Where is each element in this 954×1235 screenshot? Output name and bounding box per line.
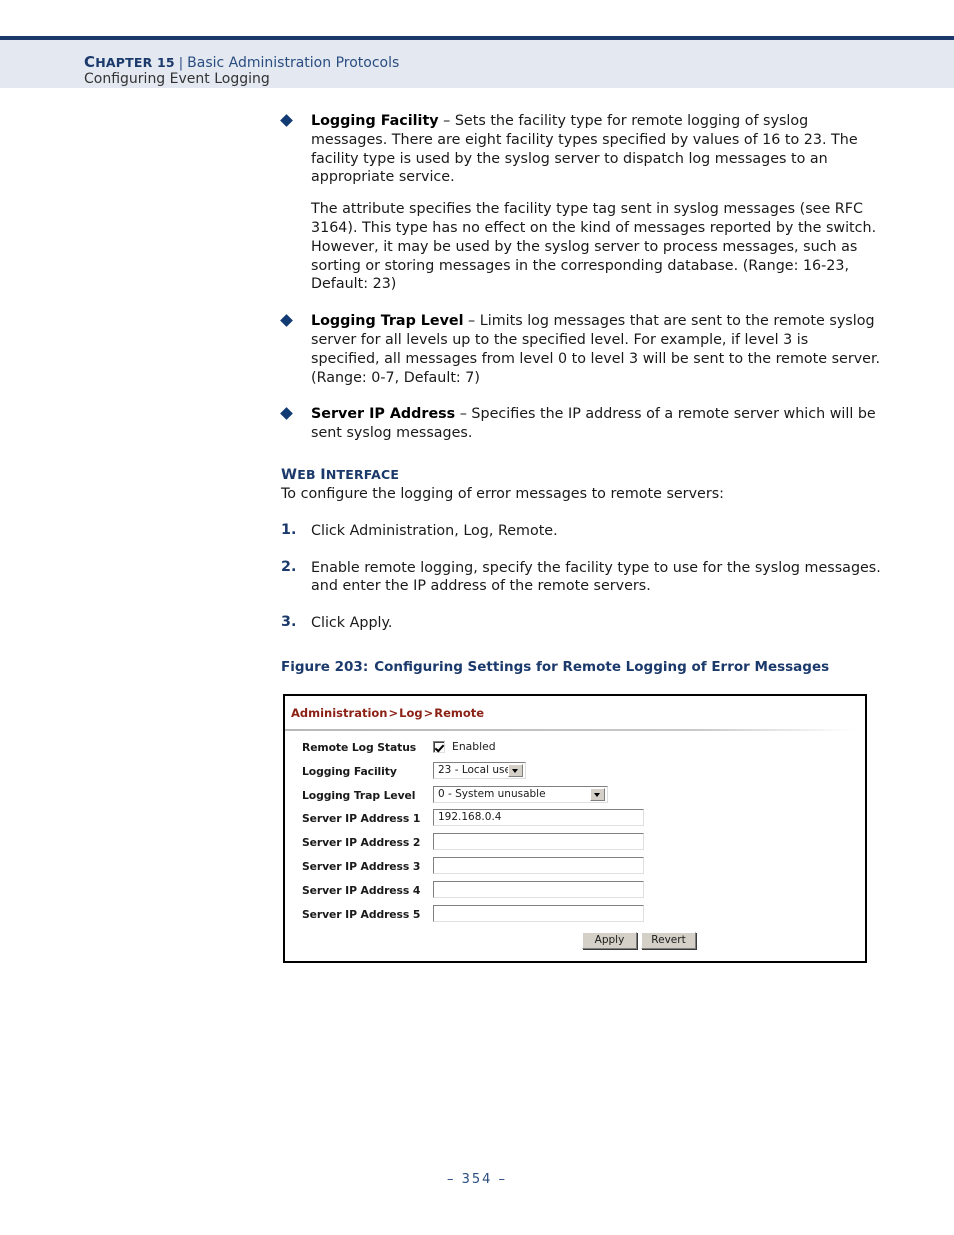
form-row-server-ip-2: Server IP Address 2 — [285, 833, 865, 857]
breadcrumb-remote: Remote — [434, 706, 485, 720]
list-item: Logging Trap Level – Limits log messages… — [280, 312, 881, 387]
page-content: Logging Facility – Sets the facility typ… — [280, 112, 881, 675]
server-ip-address-2-input[interactable] — [433, 833, 644, 851]
diamond-bullet-icon — [280, 114, 293, 127]
step-text: Click Apply. — [311, 615, 393, 632]
bullet-paragraph: Server IP Address – Specifies the IP add… — [311, 405, 881, 443]
server-ip-address-1-input[interactable]: 192.168.0.4 — [433, 809, 644, 827]
step-text: Enable remote logging, specify the facil… — [311, 559, 881, 595]
wi-initial-w: W — [281, 466, 298, 483]
step-text: Click Administration, Log, Remote. — [311, 522, 558, 539]
web-interface-heading: WEB INTERFACE — [281, 467, 881, 483]
server-ip-address-5-input[interactable] — [433, 904, 644, 922]
list-item: Server IP Address – Specifies the IP add… — [280, 405, 881, 443]
field-server-ip-5 — [433, 904, 644, 922]
breadcrumb-administration[interactable]: Administration — [291, 706, 388, 720]
header-chapter-title: Basic Administration Protocols — [187, 55, 400, 71]
server-ip-address-4-input[interactable] — [433, 880, 644, 898]
step-number: 2. — [281, 558, 297, 575]
label-server-ip-address-3: Server IP Address 3 — [302, 859, 421, 873]
breadcrumb-separator: > — [388, 706, 399, 720]
form-row-remote-log-status: Remote Log Status Enabled — [285, 738, 865, 762]
figure-caption: Figure 203: Configuring Settings for Remo… — [281, 659, 881, 675]
figure-caption-number: Figure 203: — [281, 658, 369, 675]
label-server-ip-address-2: Server IP Address 2 — [302, 836, 421, 850]
list-item: Logging Facility – Sets the facility typ… — [280, 112, 881, 294]
web-interface-intro: To configure the logging of error messag… — [281, 485, 724, 502]
checkbox-icon[interactable] — [433, 740, 445, 753]
header-section-title: Configuring Event Logging — [84, 71, 270, 87]
chevron-down-icon[interactable] — [508, 763, 523, 777]
form-row-server-ip-3: Server IP Address 3 — [285, 856, 865, 881]
field-logging-trap-level: 0 - System unusable — [433, 785, 608, 803]
field-server-ip-2 — [433, 833, 644, 851]
bullet-term: Logging Trap Level — [311, 313, 464, 330]
figure-screenshot: Administration>Log>Remote Remote Log Sta… — [283, 694, 867, 963]
logging-trap-level-select[interactable]: 0 - System unusable — [433, 785, 608, 803]
remote-log-form: Remote Log Status Enabled Logging Facili… — [285, 738, 865, 928]
checkbox-label-enabled: Enabled — [452, 740, 496, 753]
form-row-server-ip-4: Server IP Address 4 — [285, 880, 865, 905]
form-row-server-ip-1: Server IP Address 1 192.168.0.4 — [285, 809, 865, 833]
label-logging-trap-level: Logging Trap Level — [302, 788, 416, 802]
field-server-ip-3 — [433, 856, 644, 874]
wi-rest-nterface: NTERFACE — [325, 466, 400, 482]
breadcrumb-log[interactable]: Log — [399, 706, 422, 720]
header-chapter-label: CHAPTER 15 — [84, 53, 175, 71]
label-server-ip-address-4: Server IP Address 4 — [302, 883, 421, 897]
bullet-paragraph: Logging Facility – Sets the facility typ… — [311, 112, 881, 187]
diamond-bullet-icon — [280, 314, 293, 328]
server-ip-address-3-input[interactable] — [433, 856, 644, 874]
header-chapter-initial: C — [84, 53, 96, 71]
breadcrumb-divider — [285, 729, 855, 731]
form-row-logging-trap-level: Logging Trap Level 0 - System unusable — [285, 785, 865, 810]
label-logging-facility: Logging Facility — [302, 764, 397, 778]
figure-caption-title: Configuring Settings for Remote Logging … — [374, 658, 830, 675]
bullet-dash: – — [455, 406, 472, 423]
bullet-term: Server IP Address — [311, 406, 456, 423]
step-3: 3. Click Apply. — [281, 614, 881, 633]
bullet-term: Logging Facility — [311, 113, 439, 129]
field-server-ip-4 — [433, 880, 644, 898]
label-server-ip-address-1: Server IP Address 1 — [302, 812, 421, 826]
step-2: 2. Enable remote logging, specify the fa… — [281, 559, 881, 597]
page-footer: – 354 – — [446, 1172, 508, 1187]
label-server-ip-address-5: Server IP Address 5 — [302, 907, 421, 921]
logging-facility-select[interactable]: 23 - Local use 7 — [433, 761, 526, 779]
apply-button[interactable]: Apply — [582, 932, 637, 949]
field-server-ip-1: 192.168.0.4 — [433, 809, 644, 827]
step-1: 1. Click Administration, Log, Remote. — [281, 522, 881, 541]
breadcrumb: Administration>Log>Remote — [291, 706, 484, 720]
remote-log-status-checkbox-group[interactable]: Enabled — [433, 738, 496, 753]
bullet-dash: – — [438, 113, 455, 129]
header-chapter-rest: HAPTER 15 — [95, 55, 175, 70]
form-row-logging-facility: Logging Facility 23 - Local use 7 — [285, 761, 865, 786]
chevron-down-icon[interactable] — [590, 787, 605, 801]
field-logging-facility: 23 - Local use 7 — [433, 761, 526, 779]
header-chapter-line: CHAPTER 15 | Basic Administration Protocol… — [84, 52, 399, 71]
revert-button[interactable]: Revert — [641, 932, 696, 949]
logging-trap-level-value: 0 - System unusable — [438, 788, 546, 801]
bullet-paragraph: Logging Trap Level – Limits log messages… — [311, 312, 881, 387]
form-row-server-ip-5: Server IP Address 5 — [285, 904, 865, 929]
breadcrumb-separator: > — [423, 706, 434, 720]
wi-rest-eb: EB — [297, 466, 321, 482]
field-remote-log-status: Enabled — [433, 738, 496, 753]
logging-facility-value: 23 - Local use 7 — [438, 764, 508, 777]
diamond-bullet-icon — [280, 407, 293, 421]
bullet-dash: – — [463, 313, 480, 330]
step-number: 3. — [281, 614, 297, 631]
bullet-sub-paragraph: The attribute specifies the facility typ… — [311, 201, 877, 293]
header-separator: | — [178, 56, 184, 71]
label-remote-log-status: Remote Log Status — [302, 741, 417, 754]
page-header: CHAPTER 15 | Basic Administration Protocol… — [0, 36, 954, 88]
step-number: 1. — [281, 521, 297, 538]
